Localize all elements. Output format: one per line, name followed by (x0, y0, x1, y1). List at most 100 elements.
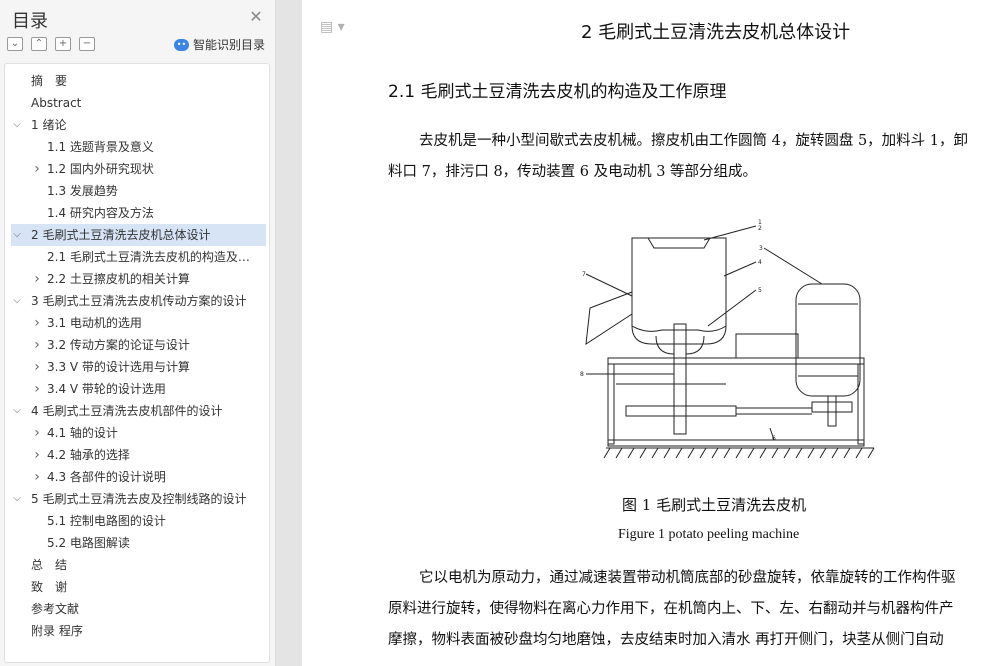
toc-item-label: 1.1 选题背景及意义 (47, 140, 154, 154)
toc-item-label: 致 谢 (31, 580, 68, 594)
toc-item[interactable]: ⌵ 3 毛刷式土豆清洗去皮机传动方案的设计 (5, 290, 261, 312)
document-icon[interactable]: ▤ ▾ (320, 19, 350, 35)
toc-item-label: 5.2 电路图解读 (47, 536, 130, 550)
chevron-right-icon[interactable]: › (31, 378, 43, 400)
toc-item-label: 5 毛刷式土豆清洗去皮及控制线路的设计 (31, 492, 247, 506)
toc-item[interactable]: 5.1 控制电路图的设计 (5, 510, 261, 532)
section-title: 2.1 毛刷式土豆清洗去皮机的构造及工作原理 (388, 82, 727, 102)
figure-label: 3 (759, 245, 763, 252)
toc-item-label: 2.2 土豆擦皮机的相关计算 (47, 272, 190, 286)
sidebar-title: 目录 (12, 11, 48, 32)
toc-item-label: 1.4 研究内容及方法 (47, 206, 154, 220)
drum (631, 237, 727, 345)
toc-list: 摘 要 Abstract ⌵ 1 绪论 1.1 选题背景及意义 › 1.2 国内外研究现状 1… (4, 63, 270, 663)
toc-item[interactable]: 参考文献 (5, 598, 261, 620)
toc-item[interactable]: ⌵ 5 毛刷式土豆清洗去皮及控制线路的设计 (5, 488, 261, 510)
toc-item-label: 参考文献 (31, 602, 80, 616)
paragraph-line: 原料进行旋转，使得物料在离心力作用下，在机筒内上、下、左、右翻动并与机器构件产 (388, 601, 954, 617)
chevron-right-icon[interactable]: › (31, 334, 43, 356)
toc-item[interactable]: 致 谢 (5, 576, 261, 598)
remove-icon[interactable]: − (79, 37, 95, 51)
chevron-right-icon[interactable]: › (31, 268, 43, 290)
toc-item-label: 3.2 传动方案的论证与设计 (47, 338, 190, 352)
toc-item[interactable]: Abstract (5, 92, 261, 114)
chevron-down-icon[interactable]: ⌵ (11, 488, 23, 510)
chevron-right-icon[interactable]: › (31, 444, 43, 466)
smart-toc-button[interactable]: •• 智能识别目录 (174, 36, 265, 53)
paragraph-line: 摩擦，物料表面被砂盘均匀地磨蚀，去皮结束时加入清水 再打开侧门，块茎从侧门自动 (388, 632, 944, 648)
chevron-right-icon[interactable]: › (31, 466, 43, 488)
chevron-right-icon[interactable]: › (31, 158, 43, 180)
hopper (647, 237, 711, 249)
close-icon[interactable]: ✕ (248, 9, 264, 25)
figure-caption-en: Figure 1 potato peeling machine (618, 527, 800, 542)
figure-label: 5 (758, 287, 762, 294)
toc-item-label: 1.3 发展趋势 (47, 184, 118, 198)
app-window: 目录 ✕ ⌄ ⌃ + − •• 智能识别目录 摘 要 Abstract ⌵ 1 绪论 1… (0, 0, 1006, 666)
pulley-left (625, 405, 737, 417)
toc-item[interactable]: › 3.3 V 带的设计选用与计算 (5, 356, 261, 378)
toc-item[interactable]: 1.1 选题背景及意义 (5, 136, 261, 158)
toc-item[interactable]: › 4.2 轴承的选择 (5, 444, 261, 466)
toc-item-label: 4.1 轴的设计 (47, 426, 118, 440)
chevron-down-icon[interactable]: ⌵ (11, 400, 23, 422)
collapse-all-icon[interactable]: ⌃ (31, 37, 47, 51)
paragraph-line: 去皮机是一种小型间歇式去皮机械。擦皮机由工作圆筒 4，旋转圆盘 5，加料斗 1，… (419, 133, 969, 149)
toc-item-label: 2.1 毛刷式土豆清洗去皮机的构造及工作原理 (47, 250, 252, 264)
frame-top (607, 357, 865, 365)
chevron-right-icon[interactable]: › (31, 422, 43, 444)
toc-item-label: 4.3 各部件的设计说明 (47, 470, 166, 484)
toc-item[interactable]: › 4.3 各部件的设计说明 (5, 466, 261, 488)
toc-item-label: 3.3 V 带的设计选用与计算 (47, 360, 190, 374)
figure-label: 4 (758, 259, 762, 266)
toc-item-label: Abstract (31, 96, 82, 110)
chevron-down-icon[interactable]: ⌵ (11, 290, 23, 312)
toc-item-label: 4 毛刷式土豆清洗去皮机部件的设计 (31, 404, 223, 418)
frame-bottom (607, 439, 865, 447)
toc-item[interactable]: › 4.1 轴的设计 (5, 422, 261, 444)
toc-item-label: 总 结 (31, 558, 68, 572)
toc-item[interactable]: ⌵ 2 毛刷式土豆清洗去皮机总体设计 (11, 224, 266, 246)
toc-item[interactable]: 5.2 电路图解读 (5, 532, 261, 554)
figure-label: 6 (772, 435, 776, 442)
toc-item[interactable]: 摘 要 (5, 70, 261, 92)
toc-item-label: 3 毛刷式土豆清洗去皮机传动方案的设计 (31, 294, 247, 308)
toc-item[interactable]: ⌵ 1 绪论 (5, 114, 261, 136)
motor (795, 283, 861, 397)
toc-sidebar: 目录 ✕ ⌄ ⌃ + − •• 智能识别目录 摘 要 Abstract ⌵ 1 绪论 1… (0, 0, 276, 666)
toc-item[interactable]: 1.4 研究内容及方法 (5, 202, 261, 224)
discharge-chute (585, 291, 633, 345)
toc-item[interactable]: › 3.1 电动机的选用 (5, 312, 261, 334)
toc-item-label: 3.4 V 带轮的设计选用 (47, 382, 166, 396)
toc-item[interactable]: 附录 程序 (5, 620, 261, 642)
paragraph-line: 它以电机为原动力，通过减速装置带动机筒底部的砂盘旋转，依靠旋转的工作构件驱 (419, 570, 956, 586)
chapter-title: 2 毛刷式土豆清洗去皮机总体设计 (581, 22, 851, 43)
smart-toc-icon: •• (174, 38, 189, 51)
chevron-right-icon[interactable]: › (31, 312, 43, 334)
toc-item-label: 5.1 控制电路图的设计 (47, 514, 166, 528)
toc-item-label: 1 绪论 (31, 118, 67, 132)
toc-item-label: 4.2 轴承的选择 (47, 448, 130, 462)
pulley-right (811, 401, 853, 413)
paragraph-line: 料口 7，排污口 8，传动装置 6 及电动机 3 等部分组成。 (388, 164, 758, 180)
toc-item[interactable]: ⌵ 4 毛刷式土豆清洗去皮机部件的设计 (5, 400, 261, 422)
toc-item[interactable]: 1.3 发展趋势 (5, 180, 261, 202)
toc-item[interactable]: › 3.2 传动方案的论证与设计 (5, 334, 261, 356)
shaft (673, 323, 687, 435)
machine-figure: 1 2 3 4 5 6 7 8 (580, 219, 875, 459)
toc-item-label: 1.2 国内外研究现状 (47, 162, 154, 176)
chevron-down-icon[interactable]: ⌵ (11, 114, 23, 136)
toc-item[interactable]: › 3.4 V 带轮的设计选用 (5, 378, 261, 400)
toc-toolbar: ⌄ ⌃ + − (7, 37, 95, 53)
expand-all-icon[interactable]: ⌄ (7, 37, 23, 51)
chevron-right-icon[interactable]: › (31, 356, 43, 378)
chevron-down-icon[interactable]: ⌵ (11, 224, 23, 246)
toc-item[interactable]: › 2.2 土豆擦皮机的相关计算 (5, 268, 261, 290)
toc-item[interactable]: 总 结 (5, 554, 261, 576)
toc-item[interactable]: › 1.2 国内外研究现状 (5, 158, 261, 180)
add-icon[interactable]: + (55, 37, 71, 51)
toc-item-label: 附录 程序 (31, 624, 83, 638)
toc-item[interactable]: 2.1 毛刷式土豆清洗去皮机的构造及工作原理 (5, 246, 261, 268)
figure-label: 8 (580, 371, 584, 378)
figure-label: 7 (582, 271, 586, 278)
